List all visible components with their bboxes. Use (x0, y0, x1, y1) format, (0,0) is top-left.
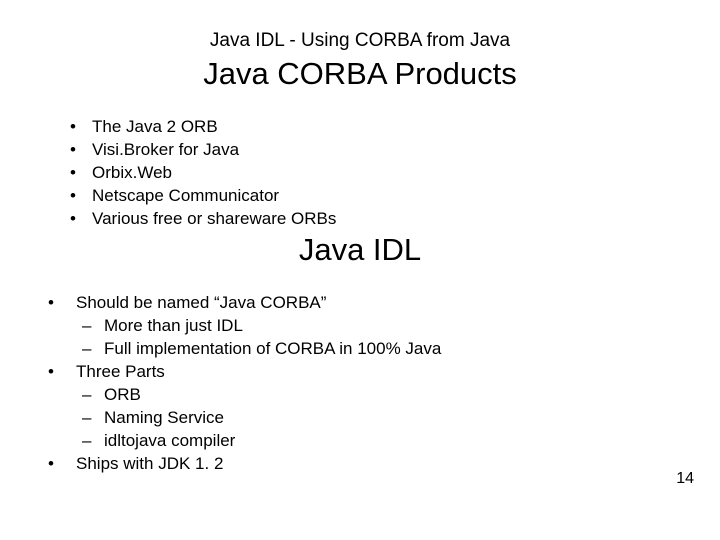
bullet-icon: • (70, 162, 92, 185)
list-item-text: Should be named “Java CORBA” (76, 292, 326, 315)
dash-icon: – (82, 315, 104, 338)
bullet-icon: • (48, 453, 76, 476)
javaidl-list: • Should be named “Java CORBA” – More th… (48, 292, 441, 476)
list-subitem: – Full implementation of CORBA in 100% J… (48, 338, 441, 361)
bullet-icon: • (70, 208, 92, 231)
list-item-text: Netscape Communicator (92, 185, 279, 208)
list-subitem-text: idltojava compiler (104, 430, 235, 453)
list-subitem: – ORB (48, 384, 441, 407)
list-item: • Ships with JDK 1. 2 (48, 453, 441, 476)
dash-icon: – (82, 338, 104, 361)
page-number: 14 (676, 470, 694, 488)
list-subitem-text: ORB (104, 384, 141, 407)
list-subitem-text: More than just IDL (104, 315, 243, 338)
list-item-text: Ships with JDK 1. 2 (76, 453, 223, 476)
list-item: • Orbix.Web (70, 162, 336, 185)
bullet-icon: • (48, 361, 76, 384)
dash-icon: – (82, 407, 104, 430)
list-item: • Various free or shareware ORBs (70, 208, 336, 231)
list-item-text: Various free or shareware ORBs (92, 208, 336, 231)
list-item: • The Java 2 ORB (70, 116, 336, 139)
list-subitem: – Naming Service (48, 407, 441, 430)
list-subitem-text: Full implementation of CORBA in 100% Jav… (104, 338, 441, 361)
section-title-javaidl: Java IDL (0, 232, 720, 268)
slide: Java IDL - Using CORBA from Java Java CO… (0, 0, 720, 540)
dash-icon: – (82, 430, 104, 453)
section-title-products: Java CORBA Products (0, 56, 720, 92)
list-subitem-text: Naming Service (104, 407, 224, 430)
list-item: • Netscape Communicator (70, 185, 336, 208)
dash-icon: – (82, 384, 104, 407)
bullet-icon: • (48, 292, 76, 315)
list-item: • Visi.Broker for Java (70, 139, 336, 162)
list-subitem: – More than just IDL (48, 315, 441, 338)
list-item: • Should be named “Java CORBA” (48, 292, 441, 315)
list-item-text: The Java 2 ORB (92, 116, 218, 139)
slide-supratitle: Java IDL - Using CORBA from Java (0, 30, 720, 52)
bullet-icon: • (70, 116, 92, 139)
list-item: • Three Parts (48, 361, 441, 384)
bullet-icon: • (70, 139, 92, 162)
bullet-icon: • (70, 185, 92, 208)
list-item-text: Visi.Broker for Java (92, 139, 239, 162)
list-item-text: Orbix.Web (92, 162, 172, 185)
products-list: • The Java 2 ORB • Visi.Broker for Java … (70, 116, 336, 231)
list-subitem: – idltojava compiler (48, 430, 441, 453)
list-item-text: Three Parts (76, 361, 165, 384)
